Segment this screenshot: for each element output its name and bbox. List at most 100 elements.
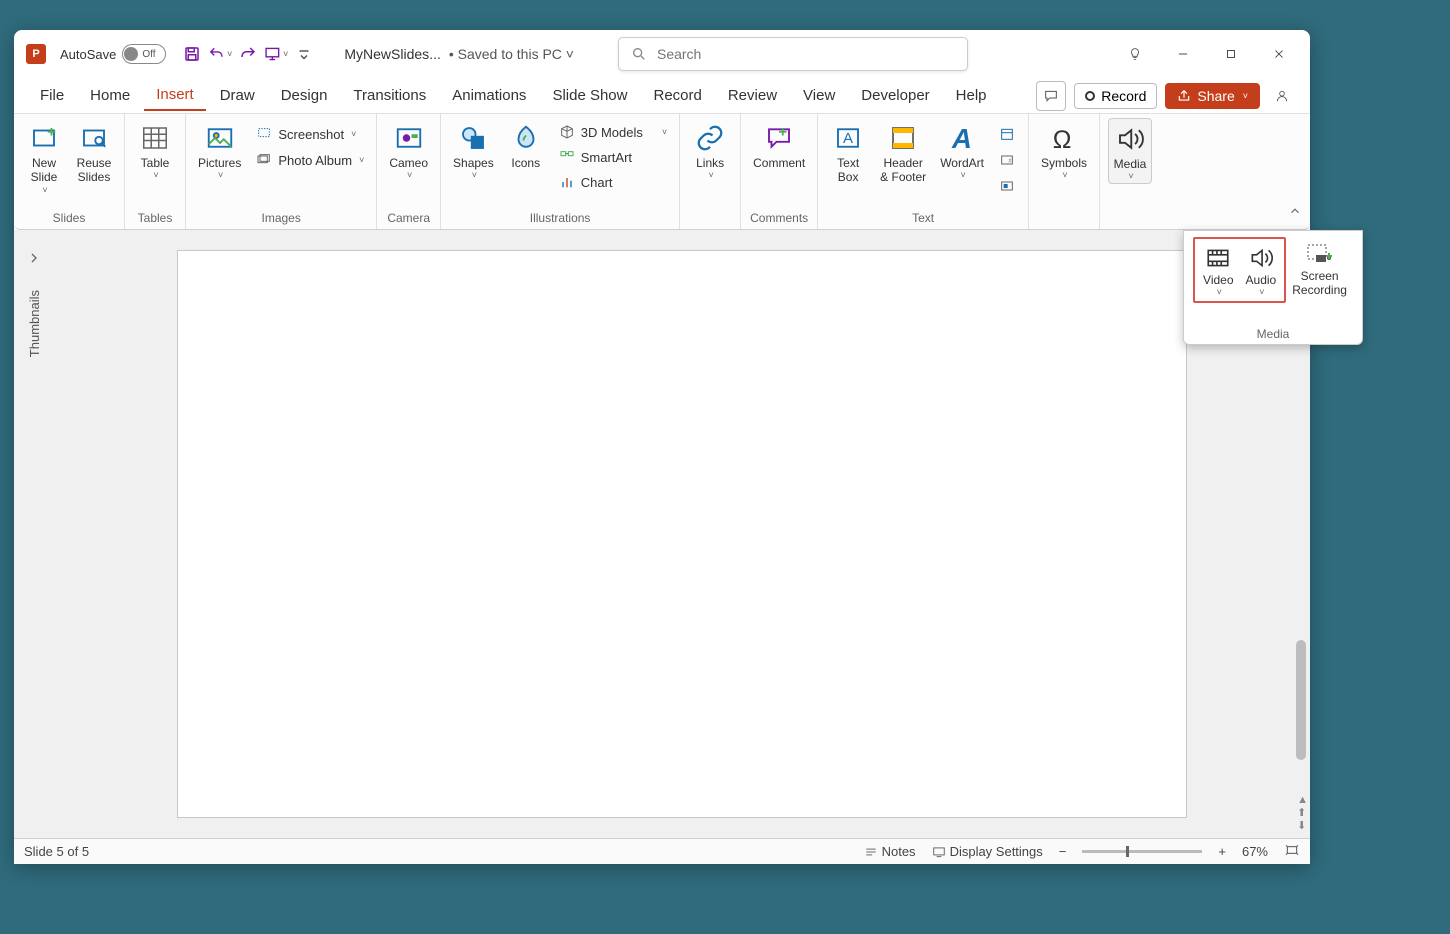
zoom-in-button[interactable]: + <box>1218 844 1226 859</box>
toggle-switch[interactable]: Off <box>122 44 166 64</box>
slide-nav-arrows[interactable]: ▲⬆⬇ <box>1297 794 1308 832</box>
tab-design[interactable]: Design <box>269 81 340 110</box>
fit-to-window-button[interactable] <box>1284 842 1300 861</box>
video-icon <box>1204 245 1232 271</box>
search-box[interactable] <box>618 37 968 71</box>
symbols-button[interactable]: ΩSymbols˅ <box>1037 118 1091 182</box>
tab-home[interactable]: Home <box>78 81 142 110</box>
icons-button[interactable]: Icons <box>504 118 548 172</box>
autosave-toggle[interactable]: AutoSave Off <box>60 44 166 64</box>
shapes-button[interactable]: Shapes˅ <box>449 118 498 182</box>
collapse-ribbon-icon[interactable] <box>1288 204 1302 223</box>
undo-icon[interactable]: ˅ <box>208 42 232 66</box>
app-icon: P <box>26 44 46 64</box>
thumbnail-rail: Thumbnails <box>14 230 54 838</box>
smartart-icon <box>558 148 576 166</box>
new-slide-button[interactable]: New Slide˅ <box>22 118 66 197</box>
comment-button[interactable]: Comment <box>749 118 809 172</box>
group-slides: New Slide˅ Reuse Slides Slides <box>14 114 125 229</box>
group-media: Media˅ <box>1100 114 1160 229</box>
tab-transitions[interactable]: Transitions <box>341 81 438 110</box>
tab-help[interactable]: Help <box>944 81 999 110</box>
qat-more-icon[interactable] <box>292 42 316 66</box>
reuse-slides-button[interactable]: Reuse Slides <box>72 118 116 187</box>
screen-recording-button[interactable]: Screen Recording <box>1286 237 1353 300</box>
svg-text:#: # <box>1008 159 1011 165</box>
screenshot-button[interactable]: Screenshot˅ <box>251 122 368 146</box>
vertical-scrollbar[interactable] <box>1296 640 1306 760</box>
tab-slideshow[interactable]: Slide Show <box>540 81 639 110</box>
comments-pane-button[interactable] <box>1036 81 1066 111</box>
speaker-icon <box>1115 124 1145 154</box>
video-button[interactable]: Video˅ <box>1197 241 1239 299</box>
display-settings-button[interactable]: Display Settings <box>932 844 1043 859</box>
slide-canvas[interactable] <box>177 250 1187 818</box>
notes-icon <box>864 845 878 859</box>
close-button[interactable] <box>1256 38 1302 70</box>
audio-button[interactable]: Audio˅ <box>1240 241 1283 299</box>
table-button[interactable]: Table˅ <box>133 118 177 182</box>
tab-insert[interactable]: Insert <box>144 80 206 111</box>
status-bar: Slide 5 of 5 Notes Display Settings − + … <box>14 838 1310 864</box>
notes-button[interactable]: Notes <box>864 844 916 859</box>
shapes-icon <box>458 123 488 153</box>
svg-text:Ω: Ω <box>1053 126 1072 153</box>
object-button[interactable] <box>994 174 1020 198</box>
search-input[interactable] <box>657 46 955 62</box>
present-icon[interactable]: ˅ <box>264 42 288 66</box>
maximize-button[interactable] <box>1208 38 1254 70</box>
new-slide-icon <box>29 123 59 153</box>
slide-editor[interactable]: ▲⬆⬇ <box>54 230 1310 838</box>
save-status[interactable]: • Saved to this PC ˅ <box>449 46 574 62</box>
comment-icon <box>764 123 794 153</box>
zoom-out-button[interactable]: − <box>1059 844 1067 859</box>
app-window: P AutoSave Off ˅ ˅ MyNewSlides... • Save… <box>14 30 1310 864</box>
omega-icon: Ω <box>1049 123 1079 153</box>
media-highlight-box: Video˅ Audio˅ <box>1193 237 1286 303</box>
chart-button[interactable]: Chart <box>554 170 671 194</box>
group-tables: Table˅ Tables <box>125 114 186 229</box>
document-title[interactable]: MyNewSlides... <box>344 46 440 62</box>
header-footer-button[interactable]: Header & Footer <box>876 118 930 187</box>
help-lightbulb-icon[interactable] <box>1112 38 1158 70</box>
slide-counter[interactable]: Slide 5 of 5 <box>24 844 89 859</box>
group-camera: Cameo˅ Camera <box>377 114 441 229</box>
screen-recording-icon <box>1305 241 1335 267</box>
tab-record[interactable]: Record <box>641 81 713 110</box>
pictures-button[interactable]: Pictures˅ <box>194 118 245 182</box>
object-icon <box>998 177 1016 195</box>
zoom-level[interactable]: 67% <box>1242 844 1268 859</box>
textbox-button[interactable]: AText Box <box>826 118 870 187</box>
redo-icon[interactable] <box>236 42 260 66</box>
media-button[interactable]: Media˅ <box>1108 118 1152 184</box>
share-button[interactable]: Share˅ <box>1165 83 1260 109</box>
tab-file[interactable]: File <box>28 81 76 110</box>
tab-developer[interactable]: Developer <box>849 81 941 110</box>
account-icon[interactable] <box>1268 80 1296 112</box>
link-icon <box>695 123 725 153</box>
record-button[interactable]: Record <box>1074 83 1157 109</box>
zoom-slider[interactable] <box>1082 850 1202 853</box>
wordart-button[interactable]: AWordArt˅ <box>936 118 988 182</box>
photo-album-button[interactable]: Photo Album˅ <box>251 148 368 172</box>
3d-models-icon <box>558 123 576 141</box>
tab-view[interactable]: View <box>791 81 847 110</box>
save-icon[interactable] <box>180 42 204 66</box>
date-time-button[interactable] <box>994 122 1020 146</box>
links-button[interactable]: Links˅ <box>688 118 732 182</box>
expand-thumbnails-icon[interactable] <box>26 250 42 266</box>
group-links: Links˅ <box>680 114 741 229</box>
tab-review[interactable]: Review <box>716 81 789 110</box>
tab-draw[interactable]: Draw <box>208 81 267 110</box>
thumbnails-label: Thumbnails <box>27 290 42 357</box>
audio-icon <box>1247 245 1275 271</box>
group-symbols: ΩSymbols˅ <box>1029 114 1100 229</box>
smartart-button[interactable]: SmartArt <box>554 145 671 169</box>
slide-number-button[interactable]: # <box>994 148 1020 172</box>
minimize-button[interactable] <box>1160 38 1206 70</box>
3d-models-button[interactable]: 3D Models˅ <box>554 120 671 144</box>
autosave-label: AutoSave <box>60 47 116 62</box>
tab-animations[interactable]: Animations <box>440 81 538 110</box>
cameo-button[interactable]: Cameo˅ <box>385 118 432 182</box>
chart-icon <box>558 173 576 191</box>
